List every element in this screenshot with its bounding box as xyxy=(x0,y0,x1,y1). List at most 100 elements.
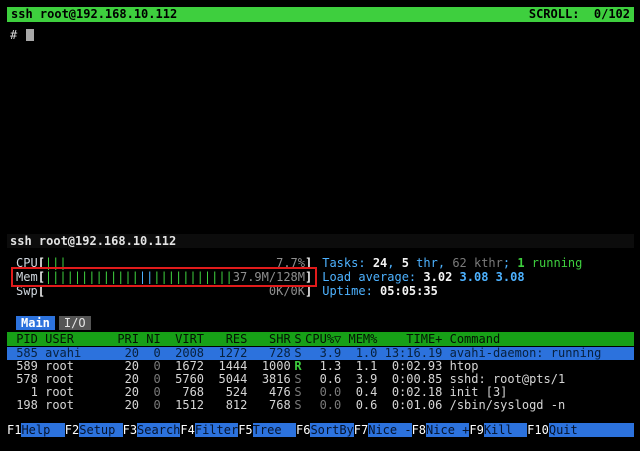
header-cpu-sort[interactable]: CPU%▽ xyxy=(305,332,341,346)
fn-kill-button[interactable]: F9Kill xyxy=(469,423,527,437)
fn-label: SortBy xyxy=(310,423,353,437)
cpu-bracket-open: [ xyxy=(38,256,45,270)
fn-sortby-button[interactable]: F6SortBy xyxy=(296,423,354,437)
tab-io[interactable]: I/O xyxy=(59,316,91,330)
function-key-bar: F1Help F2Setup F3Search F4Filter F5Tree … xyxy=(7,423,634,437)
terminal-screen: ssh root@192.168.10.112 SCROLL: 0/102 # … xyxy=(0,0,640,451)
header-state[interactable]: S xyxy=(291,332,305,346)
swap-meter: 0K/0K xyxy=(45,284,305,298)
fn-tree-button[interactable]: F5Tree xyxy=(238,423,296,437)
tasks-running-label: running xyxy=(525,256,583,270)
header-pri[interactable]: PRI xyxy=(110,332,139,346)
fn-key: F8 xyxy=(412,423,426,437)
tasks-kthr: 62 kthr xyxy=(452,256,503,270)
fn-quit-button[interactable]: F10Quit xyxy=(527,423,634,437)
top-terminal-area[interactable] xyxy=(7,22,634,232)
mem-meter-row: Mem[||||||||||||||||||||||||||37.9M/128M… xyxy=(7,270,525,284)
mem-meter: ||||||||||||||||||||||||||37.9M/128M xyxy=(45,270,305,284)
swap-meter-value: 0K/0K xyxy=(269,284,305,298)
shell-prompt: # xyxy=(10,28,17,42)
cpu-meter-label: CPU xyxy=(16,256,38,270)
fn-key: F6 xyxy=(296,423,310,437)
cell-user: root xyxy=(38,399,110,412)
header-command[interactable]: Command xyxy=(442,332,634,346)
fn-key: F4 xyxy=(180,423,194,437)
uptime-label: Uptime: xyxy=(322,284,380,298)
tasks-thr-count: 5 xyxy=(402,256,409,270)
process-table-header: PID USER PRI NI VIRT RES SHR S CPU%▽ MEM… xyxy=(7,332,634,346)
fn-nice-minus-button[interactable]: F7Nice - xyxy=(354,423,412,437)
mem-bracket-close: ] xyxy=(305,270,312,284)
bottom-pane-titlebar: ssh root@192.168.10.112 xyxy=(7,234,634,248)
load-line: Load average: 3.02 3.08 3.08 xyxy=(322,270,524,284)
top-pane-titlebar: ssh root@192.168.10.112 SCROLL: 0/102 xyxy=(7,7,634,22)
header-shr[interactable]: SHR xyxy=(247,332,290,346)
fn-label: Nice - xyxy=(368,423,411,437)
cpu-meter: ||| 7.7% xyxy=(45,256,305,270)
fn-search-button[interactable]: F3Search xyxy=(123,423,181,437)
mem-meter-value: 37.9M/128M xyxy=(233,270,305,284)
process-row[interactable]: 198 root 20 0 1512 812 768 S 0.0 0.6 0:0… xyxy=(7,399,634,412)
swap-meter-label: Swp xyxy=(16,284,38,298)
header-mem[interactable]: MEM% xyxy=(341,332,377,346)
bottom-pane-title: ssh root@192.168.10.112 xyxy=(10,234,176,248)
header-user[interactable]: USER xyxy=(38,332,110,346)
uptime-line: Uptime: 05:05:35 xyxy=(322,284,438,298)
fn-label: Nice + xyxy=(426,423,469,437)
fn-key: F5 xyxy=(238,423,252,437)
mem-bracket-open: [ xyxy=(38,270,45,284)
header-virt[interactable]: VIRT xyxy=(161,332,204,346)
fn-filter-button[interactable]: F4Filter xyxy=(180,423,238,437)
header-res[interactable]: RES xyxy=(204,332,247,346)
fn-label: Search xyxy=(137,423,180,437)
cpu-meter-row: CPU[||| 7.7%] Tasks: 24, 5 thr, 62 kthr; … xyxy=(7,256,582,270)
fn-key: F7 xyxy=(354,423,368,437)
fn-nice-plus-button[interactable]: F8Nice + xyxy=(412,423,470,437)
fn-key: F2 xyxy=(65,423,79,437)
cell-state: S xyxy=(291,399,305,412)
load-label: Load average: xyxy=(322,270,423,284)
fn-label: Tree xyxy=(253,423,296,437)
load-1min: 3.02 xyxy=(423,270,459,284)
tasks-line: Tasks: 24, 5 thr, 62 kthr; 1 running xyxy=(322,256,582,270)
cell-shr: 768 xyxy=(247,399,290,412)
cell-cpu: 0.0 xyxy=(305,399,341,412)
fn-label: Filter xyxy=(195,423,238,437)
cell-pri: 20 xyxy=(110,399,139,412)
fn-setup-button[interactable]: F2Setup xyxy=(65,423,123,437)
cpu-meter-value: 7.7% xyxy=(276,256,305,270)
tasks-running-count: 1 xyxy=(517,256,524,270)
cell-time: 0:01.06 xyxy=(377,399,442,412)
cell-pid: 198 xyxy=(9,399,38,412)
cpu-bracket-close: ] xyxy=(305,256,312,270)
fn-label: Help xyxy=(21,423,64,437)
fn-label: Kill xyxy=(484,423,527,437)
tasks-sep3: ; xyxy=(503,256,517,270)
cell-mem: 0.6 xyxy=(341,399,377,412)
screen-tabs: Main I/O xyxy=(16,316,91,330)
mem-bars-used: ||||||||||||| xyxy=(45,270,139,284)
fn-help-button[interactable]: F1Help xyxy=(7,423,65,437)
fn-label: Setup xyxy=(79,423,122,437)
cell-command: /sbin/syslogd -n xyxy=(442,399,634,412)
swap-meter-row: Swp[0K/0K] Uptime: 05:05:35 xyxy=(7,284,438,298)
fn-key: F3 xyxy=(123,423,137,437)
tasks-total: 24 xyxy=(373,256,387,270)
cell-res: 812 xyxy=(204,399,247,412)
shell-prompt-line: # xyxy=(10,28,34,42)
top-pane-title: ssh root@192.168.10.112 xyxy=(11,7,177,22)
swap-bracket-open: [ xyxy=(38,284,45,298)
header-ni[interactable]: NI xyxy=(139,332,161,346)
fn-key: F1 xyxy=(7,423,21,437)
header-pid[interactable]: PID xyxy=(9,332,38,346)
load-5-15min: 3.08 3.08 xyxy=(460,270,525,284)
cpu-meter-bars: ||| xyxy=(45,256,67,270)
tab-main[interactable]: Main xyxy=(16,316,55,330)
tasks-sep1: , xyxy=(387,256,401,270)
header-time[interactable]: TIME+ xyxy=(377,332,442,346)
cell-ni: 0 xyxy=(139,399,161,412)
mem-bars-cache: ||||||||||| xyxy=(153,270,232,284)
fn-key: F9 xyxy=(469,423,483,437)
fn-key: F10 xyxy=(527,423,549,437)
mem-meter-label: Mem xyxy=(16,270,38,284)
